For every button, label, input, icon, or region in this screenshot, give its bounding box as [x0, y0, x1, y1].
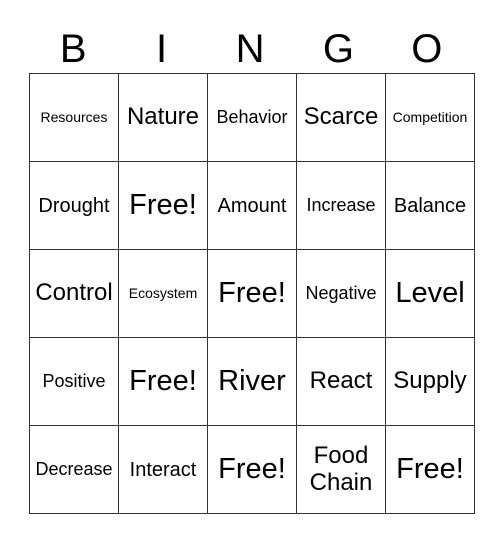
bingo-cell[interactable]: Food Chain	[296, 425, 386, 514]
bingo-cell[interactable]: Balance	[385, 161, 475, 250]
bingo-cell[interactable]: River	[207, 337, 297, 426]
bingo-cell[interactable]: Ecosystem	[118, 249, 208, 338]
grid-row: Resources Nature Behavior Scarce Competi…	[29, 73, 475, 162]
bingo-cell[interactable]: React	[296, 337, 386, 426]
bingo-cell[interactable]: Nature	[118, 73, 208, 162]
bingo-cell[interactable]: Decrease	[29, 425, 119, 514]
bingo-cell[interactable]: Negative	[296, 249, 386, 338]
header-letter-b: B	[59, 27, 87, 71]
free-cell[interactable]: Free!	[118, 161, 208, 250]
bingo-cell[interactable]: Resources	[29, 73, 119, 162]
bingo-cell[interactable]: Level	[385, 249, 475, 338]
bingo-cell[interactable]: Positive	[29, 337, 119, 426]
free-cell[interactable]: Free!	[118, 337, 208, 426]
bingo-cell[interactable]: Amount	[207, 161, 297, 250]
free-cell[interactable]: Free!	[207, 249, 297, 338]
bingo-cell[interactable]: Scarce	[296, 73, 386, 162]
grid-row: Drought Free! Amount Increase Balance	[29, 161, 475, 250]
header-letter-o: O	[411, 27, 443, 71]
grid-row: Decrease Interact Free! Food Chain Free!	[29, 425, 475, 514]
header-letter-i: I	[156, 27, 168, 71]
header-letter-n: N	[235, 27, 265, 71]
free-cell[interactable]: Free!	[207, 425, 297, 514]
bingo-cell[interactable]: Competition	[385, 73, 475, 162]
header-letter-g: G	[322, 27, 354, 71]
free-cell[interactable]: Free!	[385, 425, 475, 514]
bingo-cell[interactable]: Increase	[296, 161, 386, 250]
bingo-grid: Resources Nature Behavior Scarce Competi…	[29, 73, 475, 514]
bingo-cell[interactable]: Behavior	[207, 73, 297, 162]
grid-row: Control Ecosystem Free! Negative Level	[29, 249, 475, 338]
bingo-cell[interactable]: Control	[29, 249, 119, 338]
bingo-cell[interactable]: Drought	[29, 161, 119, 250]
bingo-header: B I N G O	[29, 24, 471, 74]
bingo-cell[interactable]: Supply	[385, 337, 475, 426]
grid-row: Positive Free! River React Supply	[29, 337, 475, 426]
bingo-cell[interactable]: Interact	[118, 425, 208, 514]
